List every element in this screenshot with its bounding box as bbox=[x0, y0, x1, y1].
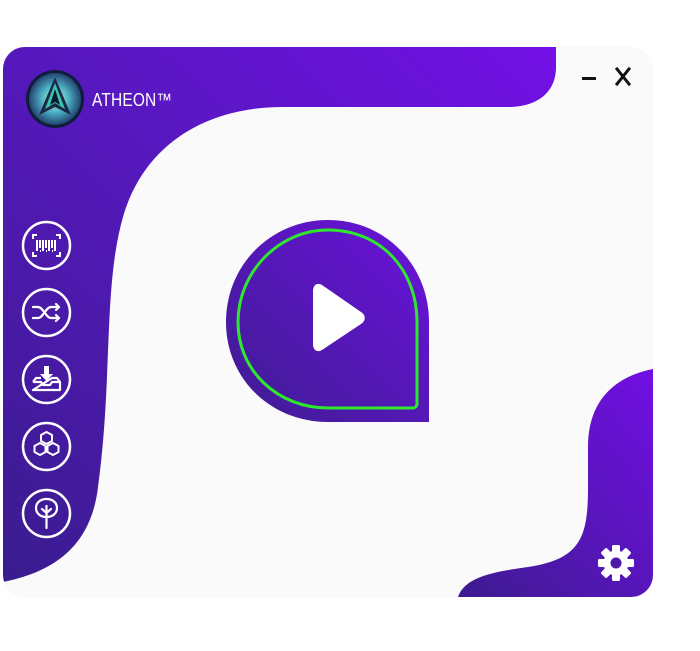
inbox-download-icon bbox=[21, 354, 72, 405]
close-button[interactable] bbox=[610, 63, 636, 89]
atheon-logo bbox=[25, 69, 85, 129]
barcode-scan-icon bbox=[21, 220, 72, 271]
minimize-icon bbox=[582, 77, 596, 80]
close-icon bbox=[614, 66, 632, 87]
sidebar-item-download[interactable] bbox=[21, 354, 72, 405]
play-icon bbox=[226, 220, 429, 422]
settings-button[interactable] bbox=[596, 543, 636, 583]
app-window: ATHEON™ bbox=[3, 47, 653, 597]
play-button[interactable] bbox=[225, 219, 431, 425]
hexagon-cluster-icon bbox=[21, 421, 72, 472]
sidebar-item-shuffle[interactable] bbox=[21, 287, 72, 338]
minimize-button[interactable] bbox=[577, 63, 603, 89]
app-title: ATHEON™ bbox=[92, 90, 173, 110]
gear-icon bbox=[598, 545, 634, 581]
sidebar-item-scan[interactable] bbox=[21, 220, 72, 271]
sidebar-item-hexagons[interactable] bbox=[21, 421, 72, 472]
sidebar-item-tree[interactable] bbox=[21, 488, 72, 539]
tree-icon bbox=[21, 488, 72, 539]
shuffle-icon bbox=[21, 287, 72, 338]
